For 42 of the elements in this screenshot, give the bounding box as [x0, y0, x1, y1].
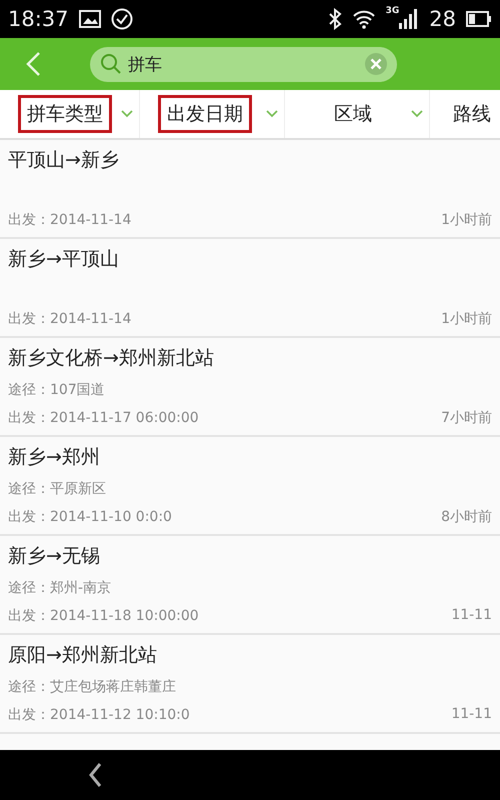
check-circle-icon [110, 8, 133, 30]
route-title: 新乡→平顶山 [8, 247, 120, 271]
ride-item[interactable]: 新乡→平顶山 出发：2014-11-14 1小时前 [0, 239, 500, 336]
posted-time: 8小时前 [441, 508, 492, 526]
clear-icon[interactable] [365, 53, 387, 75]
via-text: 途径：郑州-南京 [8, 578, 112, 596]
ride-item[interactable]: 新乡→郑州 途径：平原新区 出发：2014-11-10 0:0:0 8小时前 [0, 437, 500, 534]
departure-time: 出发：2014-11-14 [8, 211, 132, 229]
route-title: 新乡→无锡 [8, 544, 101, 568]
filter-tab[interactable]: 路线 [430, 90, 500, 138]
wifi-icon [352, 9, 376, 29]
search-field[interactable]: 拼车 [90, 46, 397, 82]
route-title: 新乡文化桥→郑州新北站 [8, 346, 215, 370]
search-icon [100, 53, 122, 75]
ride-item[interactable]: 原阳→郑州新北站 途径：艾庄包场蒋庄韩董庄 出发：2014-11-12 10:10:0 11-11 [0, 635, 500, 732]
route-title: 原阳→郑州新北站 [8, 643, 158, 667]
departure-time: 出发：2014-11-10 0:0:0 [8, 508, 172, 526]
signal-icon [399, 9, 420, 29]
battery-level: 28 [429, 7, 456, 31]
image-icon [78, 10, 101, 28]
clock: 18:37 [8, 7, 69, 31]
via-text: 途径：艾庄包场蒋庄韩董庄 [8, 678, 177, 696]
via-text: 途径：平原新区 [8, 480, 107, 498]
filter-tab[interactable]: 区域 [285, 90, 430, 138]
departure-time: 出发：2014-11-18 10:00:00 [8, 607, 199, 625]
via-text: 途径：107国道 [8, 380, 106, 398]
bluetooth-icon [328, 8, 342, 30]
route-title: 新乡→郑州 [8, 445, 101, 469]
posted-time: 7小时前 [441, 409, 492, 427]
ride-item[interactable]: 平顶山→新乡 出发：2014-11-14 1小时前 [0, 140, 500, 237]
posted-time: 11-11 [451, 607, 492, 625]
departure-time: 出发：2014-11-12 10:10:0 [8, 706, 190, 724]
battery-icon [466, 11, 492, 27]
route-title: 平顶山→新乡 [8, 148, 120, 172]
ride-item[interactable]: 新乡文化桥→郑州新北站 途径：107国道 出发：2014-11-17 06:00:00 7小时前 [0, 338, 500, 435]
network-type: 3G [386, 6, 400, 16]
departure-time: 出发：2014-11-17 06:00:00 [8, 409, 199, 427]
posted-time: 11-11 [451, 706, 492, 724]
ride-item[interactable]: 新乡→无锡 途径：郑州-南京 出发：2014-11-18 10:00:00 11-11 [0, 536, 500, 633]
posted-time: 1小时前 [441, 211, 492, 229]
posted-time: 1小时前 [441, 310, 492, 328]
departure-time: 出发：2014-11-14 [8, 310, 132, 328]
